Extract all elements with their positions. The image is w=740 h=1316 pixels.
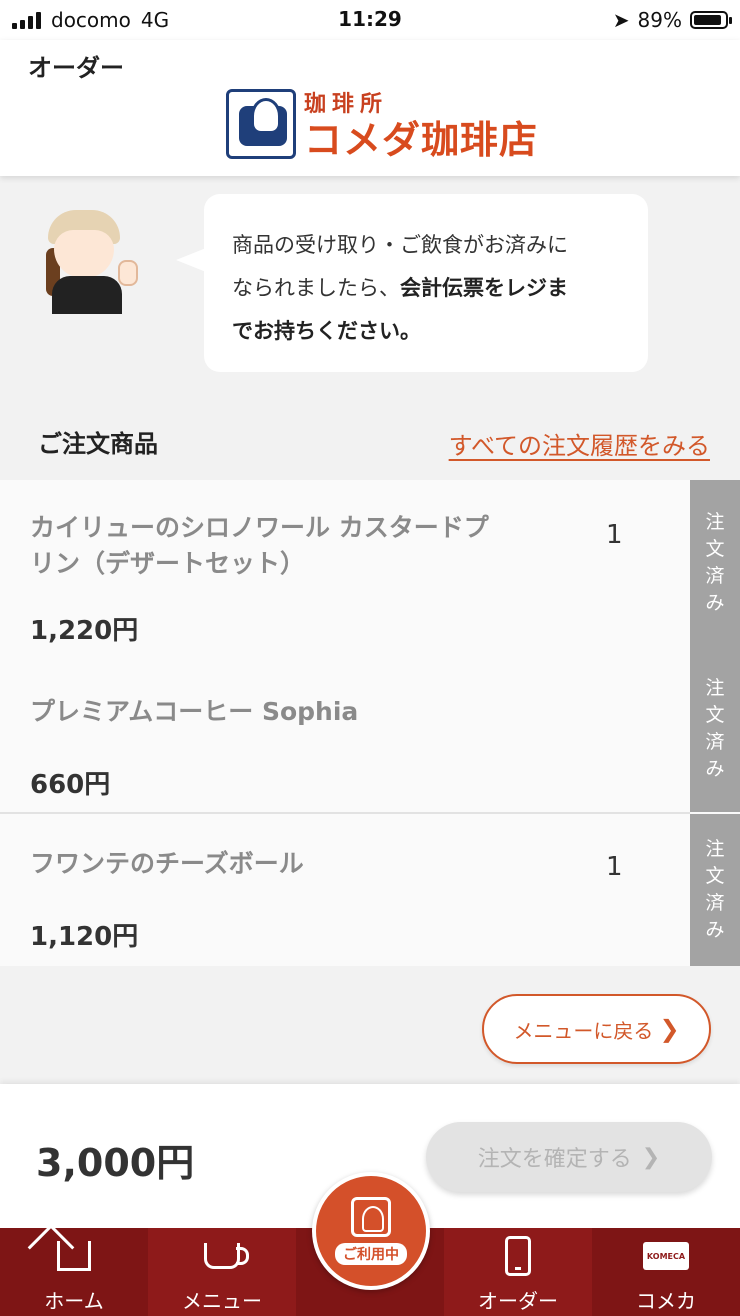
tab-komeca[interactable]: KOMECA コメカ: [592, 1228, 740, 1316]
in-use-label: ご利用中: [335, 1243, 407, 1265]
komeca-card-icon: KOMECA: [643, 1242, 689, 1270]
coffee-cup-icon: [204, 1243, 249, 1269]
logo-sub-text: 珈琲所: [304, 92, 389, 117]
total-price: 3,000円: [36, 1141, 195, 1185]
tab-menu-label: メニュー: [182, 1289, 262, 1313]
item-name: カイリューのシロノワール カスタードプリン（デザートセット）: [30, 513, 489, 578]
item-price: 1,220円: [30, 616, 139, 646]
tab-komeca-label: コメカ: [636, 1289, 696, 1313]
logo-emblem-icon: [226, 89, 296, 159]
status-bar: docomo 4G 11:29 ➤ 89%: [0, 0, 740, 40]
home-icon: [57, 1241, 91, 1271]
battery-icon: [690, 11, 732, 29]
item-qty: 1: [606, 520, 623, 550]
logo-main-text: コメダ珈琲店: [304, 118, 539, 162]
tab-home-label: ホーム: [44, 1289, 104, 1313]
ordered-badge: 注文済み 注文済み: [690, 480, 740, 812]
app-header: オーダー 珈琲所 コメダ珈琲店: [0, 40, 740, 176]
chevron-right-icon: ❯: [641, 1144, 661, 1170]
back-to-menu-button[interactable]: メニューに戻る ❯: [482, 994, 711, 1064]
smartphone-icon: [505, 1236, 531, 1276]
location-arrow-icon: ➤: [612, 8, 630, 32]
item-qty: 1: [606, 852, 623, 882]
order-history-link[interactable]: すべての注文履歴をみる: [449, 426, 710, 461]
notice-line-3: でお持ちください。: [232, 319, 421, 343]
order-list: カイリューのシロノワール カスタードプリン（デザートセット） 1 1,220円 …: [0, 480, 740, 966]
item-name: フワンテのチーズボール: [30, 849, 304, 878]
item-price: 1,120円: [30, 922, 139, 952]
page-title: オーダー: [28, 54, 124, 82]
in-use-button[interactable]: ご利用中: [312, 1172, 430, 1290]
confirm-order-label: 注文を確定する: [477, 1147, 632, 1172]
item-name: プレミアムコーヒー Sophia: [30, 697, 359, 726]
chevron-right-icon: ❯: [659, 1015, 680, 1043]
notice-line-2: なられましたら、会計伝票をレジま: [232, 276, 568, 300]
status-right: ➤ 89%: [612, 8, 732, 32]
tab-order-label: オーダー: [478, 1289, 558, 1313]
divider: [0, 812, 690, 814]
komeda-emblem-icon: [351, 1197, 391, 1237]
item-price: 660円: [30, 770, 111, 800]
section-title: ご注文商品: [38, 430, 158, 458]
logo-text: 珈琲所 コメダ珈琲店: [304, 86, 538, 162]
tab-menu[interactable]: メニュー: [148, 1228, 296, 1316]
staff-avatar: [44, 208, 140, 314]
notice-bubble: 商品の受け取り・ご飲食がお済みに なられましたら、会計伝票をレジま でお持ちくだ…: [176, 194, 648, 372]
back-to-menu-label: メニューに戻る: [513, 1018, 654, 1043]
confirm-order-button[interactable]: 注文を確定する ❯: [426, 1122, 712, 1192]
battery-percent: 89%: [637, 8, 682, 32]
ordered-badge: 注文済み: [690, 814, 740, 966]
tab-home[interactable]: ホーム: [0, 1228, 148, 1316]
tab-order[interactable]: オーダー: [444, 1228, 592, 1316]
notice-line-1: 商品の受け取り・ご飲食がお済みに: [232, 233, 568, 257]
komeda-logo: 珈琲所 コメダ珈琲店: [226, 86, 538, 162]
